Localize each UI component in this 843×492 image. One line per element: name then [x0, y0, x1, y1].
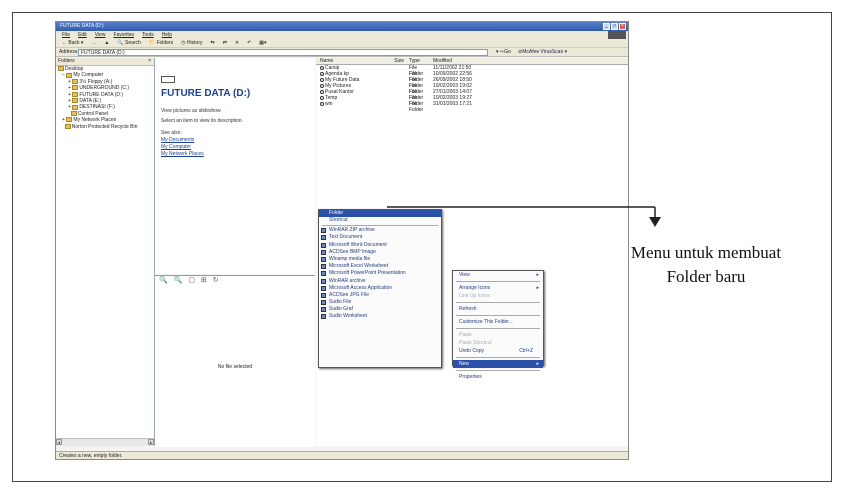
figure-frame: FUTURE DATA (D:) _ □ × File Edit View Fa… — [12, 12, 832, 482]
caption-line-1: Menu untuk membuat — [630, 243, 782, 262]
caption: Menu untuk membuat Folder baru — [591, 241, 821, 289]
callout-arrowhead — [649, 217, 661, 227]
caption-line-2: Folder baru — [666, 267, 746, 286]
